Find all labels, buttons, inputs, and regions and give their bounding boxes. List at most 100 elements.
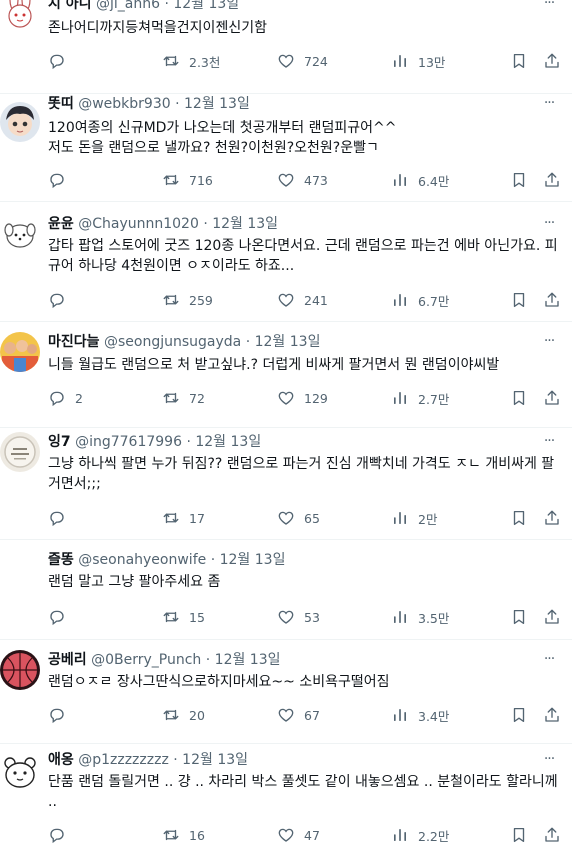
group-photo-avatar-icon[interactable] — [0, 332, 40, 372]
author-name[interactable]: 공베리 — [48, 652, 87, 668]
views-button[interactable]: 3.4만 — [391, 705, 449, 725]
retweet-button[interactable]: 16 — [162, 825, 205, 845]
tweet-date[interactable]: 12월 13일 — [215, 652, 281, 668]
bookmark-button[interactable] — [510, 607, 528, 627]
tweet[interactable]: 마진다늘 @seongjunsugayda · 12월 13일 ··· 니들 월… — [0, 328, 572, 428]
retweet-button[interactable]: 20 — [162, 705, 205, 725]
rabbit-avatar-icon[interactable] — [0, 0, 40, 30]
author-name[interactable]: 똣띠 — [48, 96, 74, 112]
views-button[interactable]: 13만 — [391, 51, 445, 71]
like-button[interactable]: 241 — [277, 290, 328, 310]
reply-button[interactable] — [48, 290, 75, 310]
share-button[interactable] — [543, 825, 561, 845]
retweet-button[interactable]: 15 — [162, 607, 205, 627]
author-handle[interactable]: @p1zzzzzzzz — [78, 752, 169, 768]
puppy-avatar-icon[interactable] — [0, 214, 40, 254]
tweet[interactable]: 애옹 @p1zzzzzzzz · 12월 13일 ··· 단품 랜덤 돌릴거면 … — [0, 740, 572, 854]
bookmark-button[interactable] — [510, 508, 528, 528]
tweet[interactable]: 잉7 @ing77617996 · 12월 13일 ··· 그냥 하나씩 팔면 … — [0, 428, 572, 540]
more-icon[interactable]: ··· — [540, 334, 558, 352]
share-button[interactable] — [543, 170, 561, 190]
author-name[interactable]: 애옹 — [48, 752, 74, 768]
views-button[interactable]: 2.7만 — [391, 388, 449, 408]
author-handle[interactable]: @ing77617996 — [75, 434, 182, 450]
more-icon[interactable]: ··· — [540, 434, 558, 452]
views-button[interactable]: 2만 — [391, 508, 437, 528]
reply-button[interactable] — [48, 508, 75, 528]
like-button[interactable]: 473 — [277, 170, 328, 190]
bookmark-button[interactable] — [510, 51, 528, 71]
share-button[interactable] — [543, 290, 561, 310]
bookmark-button[interactable] — [510, 388, 528, 408]
author-name[interactable]: 잉7 — [48, 434, 71, 450]
author-name[interactable]: 윤윤 — [48, 216, 74, 232]
views-button[interactable]: 6.7만 — [391, 290, 449, 310]
views-button[interactable]: 3.5만 — [391, 607, 449, 627]
like-button[interactable]: 47 — [277, 825, 320, 845]
like-button[interactable]: 129 — [277, 388, 328, 408]
reply-button[interactable] — [48, 825, 75, 845]
bookmark-button[interactable] — [510, 705, 528, 725]
like-button[interactable]: 67 — [277, 705, 320, 725]
reply-button[interactable] — [48, 607, 75, 627]
author-handle[interactable]: @webkbr930 — [78, 96, 170, 112]
reply-button[interactable] — [48, 705, 75, 725]
separator: · — [205, 652, 211, 668]
tweet[interactable]: 시 아니 @ji_ann6 · 12월 13일 ··· 존나어디까지등쳐먹을건지… — [0, 0, 572, 94]
author-handle[interactable]: @seongjunsugayda — [104, 334, 241, 350]
tweet-date[interactable]: 12월 13일 — [212, 216, 278, 232]
tweet[interactable]: 즐똥 @seonahyeonwife · 12월 13일 랜덤 말고 그냥 팔아… — [0, 540, 572, 640]
reply-button[interactable] — [48, 51, 75, 71]
plate-avatar-icon[interactable] — [0, 432, 40, 472]
share-button[interactable] — [543, 705, 561, 725]
tweet-date[interactable]: 12월 13일 — [255, 334, 321, 350]
like-button[interactable]: 724 — [277, 51, 328, 71]
views-button[interactable]: 6.4만 — [391, 170, 449, 190]
reply-button[interactable]: 2 — [48, 388, 83, 408]
author-name[interactable]: 마진다늘 — [48, 334, 100, 350]
more-icon[interactable]: ··· — [540, 752, 558, 770]
tweet-text: 그냥 하나씩 팔면 누가 뒤짐?? 랜덤으로 파는거 진심 개빡치네 가격도 ㅈ… — [48, 456, 555, 492]
bear-avatar-icon[interactable] — [0, 752, 40, 792]
author-name[interactable]: 즐똥 — [48, 552, 74, 568]
retweet-icon — [162, 171, 180, 189]
retweet-button[interactable]: 72 — [162, 388, 205, 408]
like-button[interactable]: 53 — [277, 607, 320, 627]
reply-button[interactable] — [48, 170, 75, 190]
blank-avatar-icon[interactable] — [0, 548, 40, 588]
author-handle[interactable]: @Chayunnn1020 — [78, 216, 199, 232]
retweet-button[interactable]: 716 — [162, 170, 213, 190]
basketball-avatar-icon[interactable] — [0, 650, 40, 690]
views-button[interactable]: 2.2만 — [391, 825, 449, 845]
tweet-date[interactable]: 12월 13일 — [182, 752, 248, 768]
tweet-date[interactable]: 12월 13일 — [173, 0, 239, 12]
share-icon — [543, 608, 561, 626]
share-button[interactable] — [543, 388, 561, 408]
retweet-count: 17 — [189, 510, 205, 526]
author-handle[interactable]: @0Berry_Punch — [91, 652, 201, 668]
bookmark-button[interactable] — [510, 290, 528, 310]
tweet[interactable]: 똣띠 @webkbr930 · 12월 13일 ··· 120여종의 신규MD가… — [0, 94, 572, 202]
more-icon[interactable]: ··· — [540, 652, 558, 670]
boy-avatar-icon[interactable] — [0, 102, 40, 142]
more-icon[interactable]: ··· — [540, 0, 558, 14]
retweet-button[interactable]: 259 — [162, 290, 213, 310]
tweet-date[interactable]: 12월 13일 — [220, 552, 286, 568]
author-handle[interactable]: @seonahyeonwife — [78, 552, 206, 568]
tweet-date[interactable]: 12월 13일 — [184, 96, 250, 112]
share-button[interactable] — [543, 51, 561, 71]
author-name[interactable]: 시 아니 — [48, 0, 92, 12]
retweet-button[interactable]: 2.3천 — [162, 51, 220, 71]
tweet[interactable]: 윤윤 @Chayunnn1020 · 12월 13일 ··· 갑타 팝업 스토어… — [0, 212, 572, 322]
more-icon[interactable]: ··· — [540, 96, 558, 114]
like-button[interactable]: 65 — [277, 508, 320, 528]
bookmark-button[interactable] — [510, 170, 528, 190]
share-button[interactable] — [543, 607, 561, 627]
share-button[interactable] — [543, 508, 561, 528]
bookmark-button[interactable] — [510, 825, 528, 845]
author-handle[interactable]: @ji_ann6 — [96, 0, 160, 12]
more-icon[interactable]: ··· — [540, 216, 558, 234]
tweet-date[interactable]: 12월 13일 — [195, 434, 261, 450]
retweet-button[interactable]: 17 — [162, 508, 205, 528]
tweet[interactable]: 공베리 @0Berry_Punch · 12월 13일 ··· 랜덤ㅇㅈㄹ 장사… — [0, 640, 572, 744]
